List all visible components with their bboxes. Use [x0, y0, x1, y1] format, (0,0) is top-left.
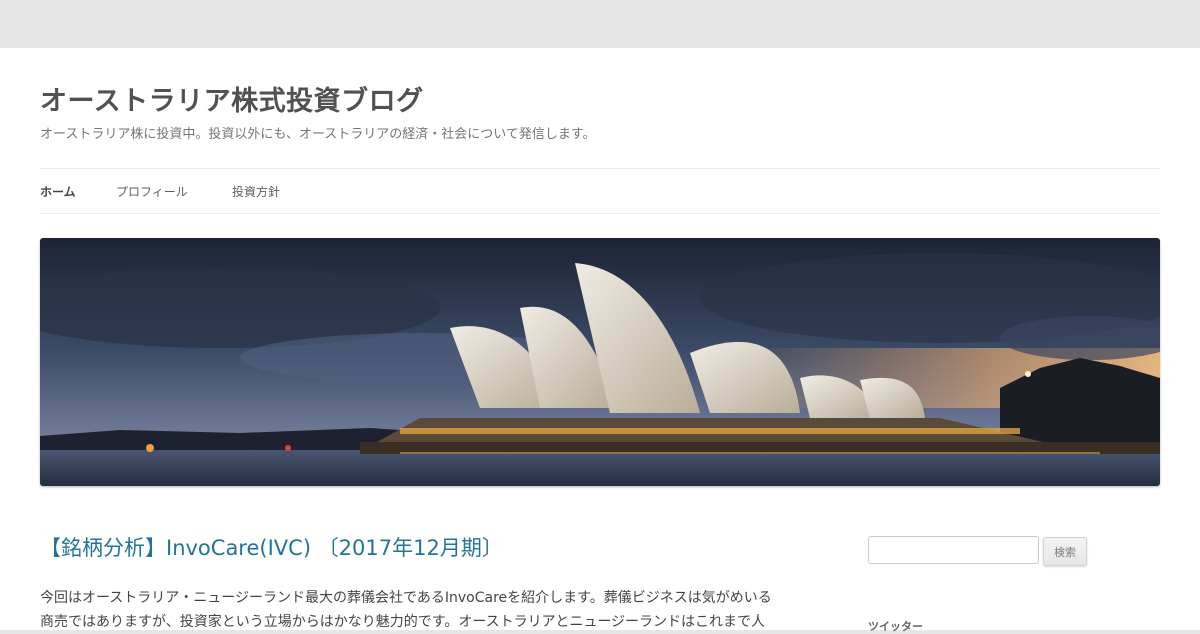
nav-item-profile[interactable]: プロフィール	[116, 183, 188, 200]
search-input[interactable]	[868, 536, 1039, 564]
nav-item-investment-policy[interactable]: 投資方針	[232, 183, 280, 200]
opera-house-image	[40, 238, 1160, 486]
site-description: オーストラリア株に投資中。投資以外にも、オーストラリアの経済・社会について発信し…	[40, 127, 596, 142]
post-title[interactable]: 【銘柄分析】InvoCare(IVC) 〔2017年12月期〕	[40, 532, 503, 562]
post-excerpt: 今回はオーストラリア・ニュージーランド最大の葬儀会社であるInvoCareを紹介…	[40, 590, 772, 630]
widget-title-twitter: ツイッター	[868, 620, 923, 633]
search-button[interactable]: 検索	[1043, 537, 1087, 566]
main-navigation: ホーム プロフィール 投資方針	[40, 168, 1160, 214]
nav-item-home[interactable]: ホーム	[40, 183, 76, 200]
page-container: オーストラリア株式投資ブログ オーストラリア株に投資中。投資以外にも、オーストラ…	[0, 48, 1200, 633]
site-title[interactable]: オーストラリア株式投資ブログ	[40, 79, 424, 118]
header-image	[40, 238, 1160, 486]
